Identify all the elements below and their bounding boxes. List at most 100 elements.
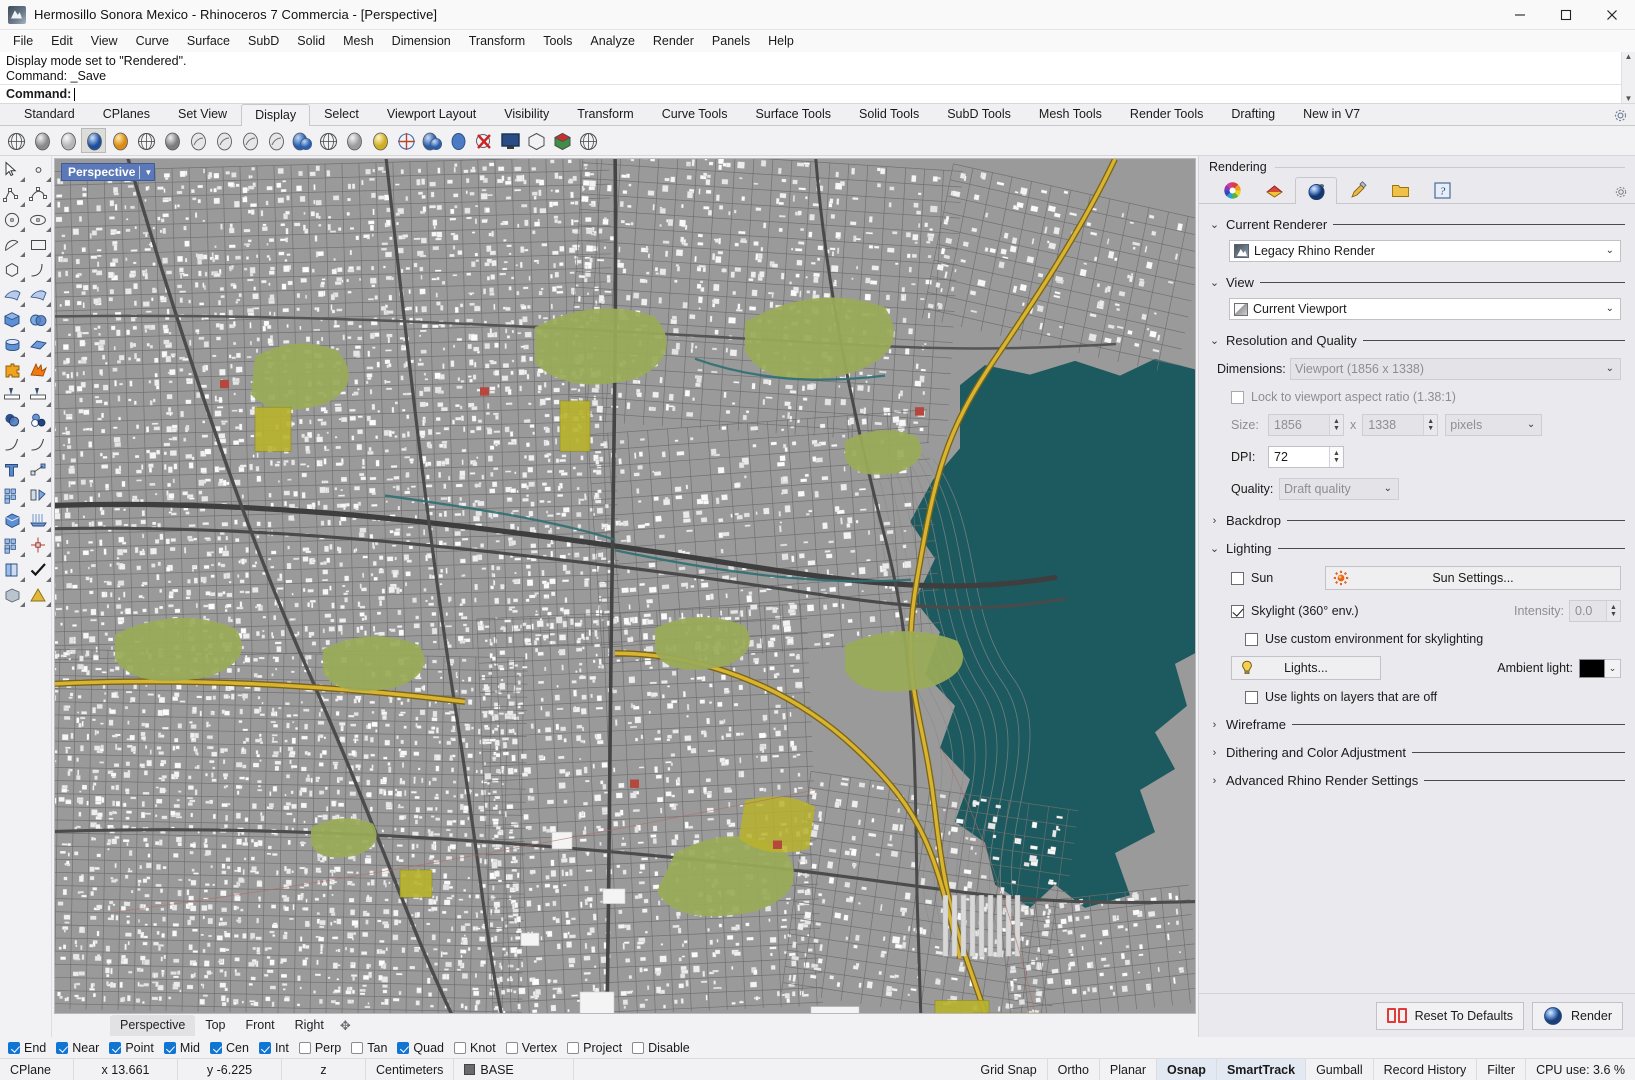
size-height-stepper[interactable]: ▲▼ (1362, 414, 1439, 436)
mesh-display-icon[interactable] (549, 128, 574, 153)
toolbar-tab-select[interactable]: Select (310, 103, 373, 125)
boolean-difference-icon[interactable] (26, 408, 52, 433)
circle-icon[interactable] (0, 208, 26, 233)
chevron-down-icon[interactable]: ⌄ (1606, 245, 1614, 256)
section-current-renderer-header[interactable]: ⌄ Current Renderer (1209, 217, 1625, 232)
layer-color-swatch[interactable] (464, 1064, 476, 1075)
osnap-checkbox[interactable] (56, 1041, 69, 1054)
menu-item-render[interactable]: Render (644, 31, 703, 51)
surface-array-icon[interactable] (26, 333, 52, 358)
add-viewport-icon[interactable]: ✥ (340, 1018, 351, 1034)
menu-item-subd[interactable]: SubD (239, 31, 288, 51)
ambient-light-color-swatch[interactable] (1579, 658, 1605, 678)
lock-aspect-ratio-checkbox[interactable] (1231, 390, 1244, 404)
section-dithering-header[interactable]: › Dithering and Color Adjustment (1209, 745, 1625, 760)
size-height-input[interactable] (1363, 415, 1424, 435)
current-layer-field[interactable]: BASE (454, 1059, 575, 1080)
osnap-point[interactable]: Point (107, 1041, 162, 1055)
osnap-vertex[interactable]: Vertex (504, 1041, 565, 1055)
osnap-checkbox[interactable] (567, 1041, 580, 1054)
viewport-tab-right[interactable]: Right (285, 1015, 334, 1036)
section-advanced-header[interactable]: › Advanced Rhino Render Settings (1209, 773, 1625, 788)
viewport-tab-perspective[interactable]: Perspective (110, 1015, 196, 1036)
environment-map-icon[interactable] (419, 128, 444, 153)
menu-item-help[interactable]: Help (759, 31, 803, 51)
toolbar-tab-solid-tools[interactable]: Solid Tools (845, 103, 933, 125)
perspective-viewport[interactable]: Perspective ▼ (54, 158, 1196, 1014)
surface-from-curves-icon[interactable] (0, 283, 26, 308)
osnap-checkbox[interactable] (8, 1041, 20, 1054)
y-coordinate[interactable]: y -6.225 (178, 1059, 282, 1080)
array-icon[interactable] (0, 483, 26, 508)
menu-item-analyze[interactable]: Analyze (581, 31, 643, 51)
surface-sweep-icon[interactable] (26, 283, 52, 308)
chevron-right-icon[interactable]: › (1209, 747, 1220, 759)
osnap-checkbox[interactable] (210, 1041, 222, 1054)
size-units-combo[interactable]: pixels ⌄ (1445, 414, 1543, 436)
chevron-down-icon[interactable]: ⌄ (1209, 276, 1220, 289)
fillet-curve-icon[interactable] (0, 433, 26, 458)
toolbar-tab-cplanes[interactable]: CPlanes (89, 103, 164, 125)
toolbar-tab-standard[interactable]: Standard (10, 103, 89, 125)
scroll-up-icon[interactable]: ▲ (1625, 52, 1633, 61)
maximize-button[interactable] (1543, 0, 1589, 30)
viewport-tab-front[interactable]: Front (235, 1015, 284, 1036)
osnap-checkbox[interactable] (505, 1041, 518, 1054)
offset-icon[interactable] (26, 483, 52, 508)
osnap-knot[interactable]: Knot (452, 1041, 504, 1055)
chevron-right-icon[interactable]: › (1209, 719, 1220, 731)
status-toggle-smarttrack[interactable]: SmartTrack (1216, 1059, 1307, 1080)
lights-button[interactable]: Lights... (1231, 656, 1381, 680)
chevron-down-icon[interactable]: ⌄ (1384, 483, 1392, 494)
toolbar-tab-mesh-tools[interactable]: Mesh Tools (1025, 103, 1116, 125)
osnap-project[interactable]: Project (565, 1041, 630, 1055)
menu-item-mesh[interactable]: Mesh (334, 31, 383, 51)
bounding-box-icon[interactable] (367, 128, 392, 153)
explode-icon[interactable] (0, 358, 26, 383)
menu-item-curve[interactable]: Curve (127, 31, 178, 51)
status-toggle-gumball[interactable]: Gumball (1306, 1059, 1374, 1080)
quality-combo[interactable]: Draft quality ⌄ (1279, 478, 1399, 500)
osnap-checkbox[interactable] (351, 1041, 364, 1054)
toolbar-tab-curve-tools[interactable]: Curve Tools (648, 103, 742, 125)
toolbar-tab-set-view[interactable]: Set View (164, 103, 241, 125)
stepper-arrows[interactable]: ▲ ▼ (1606, 601, 1620, 621)
sun-checkbox[interactable] (1231, 571, 1244, 585)
command-history[interactable]: Display mode set to "Rendered". Command: … (0, 52, 1635, 84)
rectangular-array-icon[interactable] (0, 533, 26, 558)
stepper-arrows[interactable]: ▲ ▼ (1329, 415, 1343, 435)
materials-tab[interactable] (1211, 176, 1253, 203)
curve-interpolate-icon[interactable] (26, 183, 52, 208)
draft-angle-icon[interactable] (471, 128, 496, 153)
menu-item-dimension[interactable]: Dimension (383, 31, 460, 51)
x-coordinate[interactable]: x 13.661 (74, 1059, 178, 1080)
reset-to-defaults-button[interactable]: Reset To Defaults (1375, 1001, 1524, 1030)
menu-item-panels[interactable]: Panels (703, 31, 759, 51)
custom-environment-checkbox[interactable] (1245, 632, 1258, 646)
osnap-disable[interactable]: Disable (630, 1041, 698, 1055)
ambient-light-dropdown[interactable]: ⌄ (1605, 658, 1621, 678)
stepper-arrows[interactable]: ▲ ▼ (1423, 415, 1438, 435)
fullscreen-icon[interactable] (523, 128, 548, 153)
shade-selected-icon[interactable] (289, 128, 314, 153)
menu-item-edit[interactable]: Edit (42, 31, 82, 51)
viewport-tab-top[interactable]: Top (195, 1015, 235, 1036)
toolbar-options-gear-icon[interactable] (1614, 109, 1627, 122)
osnap-int[interactable]: Int (257, 1041, 297, 1055)
osnap-quad[interactable]: Quad (395, 1041, 452, 1055)
status-toggle-record-history[interactable]: Record History (1374, 1059, 1478, 1080)
arc-icon[interactable] (0, 233, 26, 258)
skylight-checkbox[interactable] (1231, 604, 1244, 618)
shaded-viewport-icon[interactable] (341, 128, 366, 153)
chevron-down-icon[interactable]: ⌄ (1527, 419, 1535, 430)
cplane-field[interactable]: CPlane (0, 1059, 74, 1080)
menu-item-transform[interactable]: Transform (460, 31, 535, 51)
toolbar-tab-surface-tools[interactable]: Surface Tools (741, 103, 845, 125)
menu-item-view[interactable]: View (82, 31, 127, 51)
section-lighting-header[interactable]: ⌄ Lighting (1209, 541, 1625, 556)
osnap-cen[interactable]: Cen (208, 1041, 257, 1055)
size-width-input[interactable] (1269, 415, 1329, 435)
section-wireframe-header[interactable]: › Wireframe (1209, 717, 1625, 732)
intensity-input[interactable] (1570, 601, 1606, 621)
boolean-union-icon[interactable] (0, 408, 26, 433)
